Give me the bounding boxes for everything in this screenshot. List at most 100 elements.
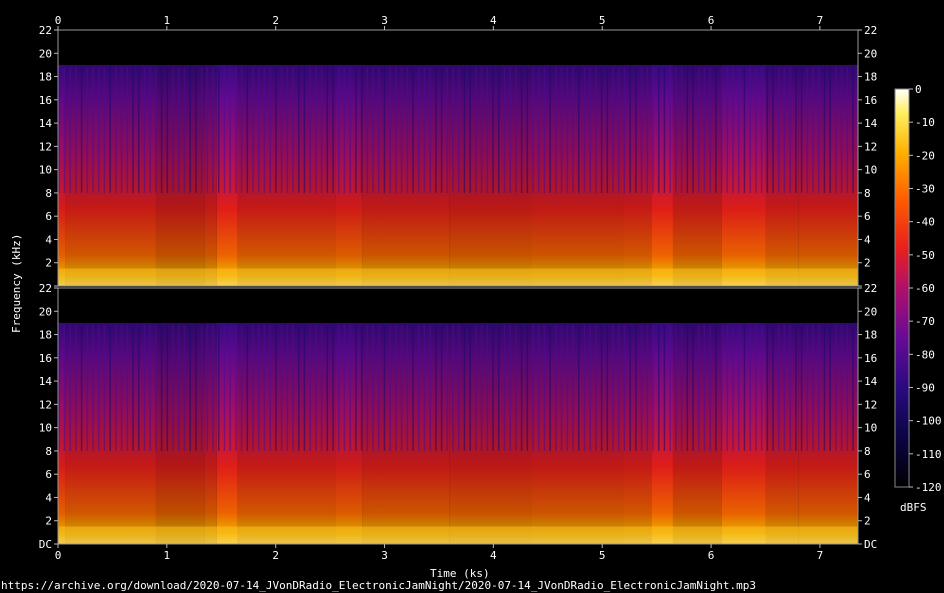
texture-streak [286,325,289,451]
spectral-segment [531,64,624,286]
texture-streak [149,67,151,193]
texture-streak [658,67,660,193]
texture-streak [378,325,380,451]
y-tick-label: 22 [864,282,877,295]
texture-streak [269,67,271,193]
y-tick-label: DC [39,538,52,551]
texture-streak [635,67,637,193]
texture-streak [795,67,797,193]
texture-streak [189,67,191,193]
texture-streak [269,325,271,451]
texture-streak [429,325,431,451]
texture-streak [69,325,71,451]
source-url: https://archive.org/download/2020-07-14_… [1,579,756,592]
texture-streak [160,67,163,193]
x-tick-label: 2 [272,549,279,562]
texture-streak [538,67,540,193]
texture-streak [840,67,843,193]
texture-streak [446,67,449,193]
y-tick-label: 4 [45,491,52,504]
texture-streak [595,67,597,193]
texture-streak [560,67,563,193]
texture-streak [749,325,751,451]
texture-streak [806,325,809,451]
y-tick-label: 12 [39,398,52,411]
texture-streak [178,325,180,451]
texture-streak [149,325,151,451]
texture-streak [389,67,391,193]
texture-streak [109,325,111,451]
texture-streak [795,325,797,451]
colorbar-tick-label: -120 [915,481,942,494]
texture-streak [292,325,294,451]
texture-streak [760,325,763,451]
texture-streak [80,325,83,451]
spectral-segment [335,64,363,286]
texture-streak [412,67,414,193]
texture-streak [400,325,403,451]
texture-streak [212,67,214,193]
texture-streak [355,67,357,193]
texture-streak [206,67,209,193]
texture-streak [440,325,443,451]
y-tick-label: 18 [39,329,52,342]
colorbar-tick-label: 0 [915,83,922,96]
texture-streak [515,67,517,193]
texture-streak [692,67,694,193]
spectral-segment [765,322,799,544]
y-tick-label: 12 [864,140,877,153]
texture-streak [98,67,100,193]
texture-streak [652,325,654,451]
texture-streak [498,325,500,451]
y-tick-label: 22 [39,24,52,37]
texture-streak [320,67,323,193]
texture-streak [143,325,146,451]
y-tick-label: 10 [39,164,52,177]
texture-streak [406,325,409,451]
texture-streak [183,67,186,193]
texture-streak [406,67,409,193]
texture-streak [275,67,277,193]
y-tick-label: 12 [864,398,877,411]
texture-streak [120,67,123,193]
texture-streak [812,67,814,193]
texture-streak [229,325,231,451]
texture-streak [252,67,254,193]
texture-streak [166,325,169,451]
texture-streak [452,325,454,451]
texture-streak [298,67,300,193]
texture-streak [372,67,374,193]
texture-streak [286,67,289,193]
texture-streak [503,325,506,451]
texture-streak [520,325,523,451]
texture-streak [435,325,437,451]
texture-streak [435,67,437,193]
texture-streak [543,325,546,451]
texture-streak [543,67,546,193]
texture-streak [703,325,706,451]
texture-streak [623,67,626,193]
low-frequency-band [58,268,858,286]
texture-streak [829,325,831,451]
texture-streak [132,325,134,451]
texture-streak [263,325,266,451]
spectral-segment [672,64,722,286]
texture-streak [520,67,523,193]
y-tick-label: 16 [864,352,877,365]
texture-streak [778,325,780,451]
x-tick-label: 7 [817,14,824,27]
texture-streak [92,325,94,451]
texture-streak [115,67,117,193]
texture-streak [589,67,591,193]
y-tick-label: 4 [864,233,871,246]
texture-streak [532,67,534,193]
texture-streak [86,325,89,451]
texture-streak [652,67,654,193]
texture-streak [360,325,363,451]
texture-streak [852,67,854,193]
texture-streak [800,67,803,193]
x-tick-label: 6 [708,549,715,562]
texture-streak [829,67,831,193]
texture-streak [475,67,477,193]
texture-streak [566,325,569,451]
